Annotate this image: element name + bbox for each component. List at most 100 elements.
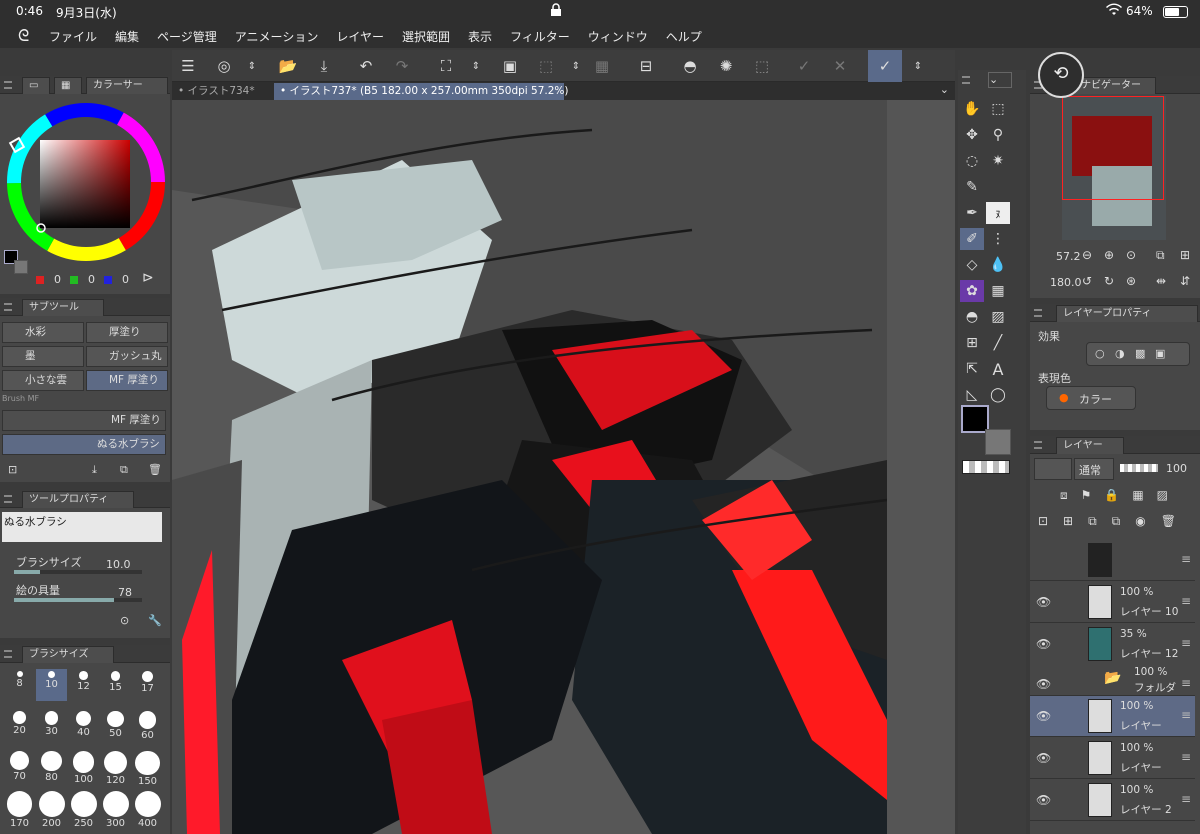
layer-row[interactable]: 👁 100 % レイヤー 10 ≡	[1030, 582, 1195, 623]
border-effect-icon[interactable]: ○	[1095, 347, 1105, 360]
open-folder-icon[interactable]: 📂	[276, 55, 300, 77]
select-all-icon[interactable]: ▣	[498, 55, 522, 77]
brush-size-preset[interactable]: 250	[68, 789, 99, 829]
menu-view[interactable]: 表示	[459, 28, 501, 45]
frame-icon[interactable]: ⊞	[960, 332, 984, 354]
magic-wand-icon[interactable]: ✷	[986, 150, 1010, 172]
undo-icon[interactable]: ↶	[354, 55, 378, 77]
sub-color-swatch[interactable]	[985, 429, 1011, 455]
tab-subtool[interactable]: サブツール	[22, 299, 104, 316]
brush-size-preset[interactable]: 100	[68, 749, 99, 785]
search-icon[interactable]: ⚲	[986, 124, 1010, 146]
tab-illust-734[interactable]: • イラスト734*	[172, 83, 272, 100]
brush-size-preset[interactable]: 60	[132, 709, 163, 741]
tab-color-history[interactable]: ▭	[22, 77, 50, 94]
halftone-icon[interactable]: ▩	[1135, 347, 1145, 360]
line-icon[interactable]: ╱	[986, 332, 1010, 354]
eraser-icon[interactable]: ◇	[960, 254, 984, 276]
zoom-value[interactable]: 57.2	[1056, 250, 1081, 263]
transparent-swatch[interactable]	[962, 460, 1010, 474]
layer-options-row[interactable]: ⧈⚑🔒▦▨	[1060, 488, 1181, 503]
menu-edit[interactable]: 編集	[106, 28, 148, 45]
companion-icon[interactable]: ◎	[212, 55, 236, 77]
blend-mode-select[interactable]: 通常	[1074, 458, 1114, 480]
zoom-out-icon[interactable]: ⊖	[1082, 248, 1092, 262]
rotate-left-icon[interactable]: ↺	[1082, 274, 1092, 288]
layer-actions-row[interactable]: ⊡⊞⧉⧉◉🗑	[1038, 514, 1191, 529]
menu-page[interactable]: ページ管理	[148, 28, 226, 45]
fill-bucket-icon[interactable]: ◓	[960, 306, 984, 328]
layer-menu-icon[interactable]: ≡	[1181, 708, 1191, 722]
subtool-small-cloud[interactable]: 小さな雲	[2, 370, 84, 391]
layer-row[interactable]: 👁 35 % レイヤー 12 ≡	[1030, 624, 1195, 665]
hand-icon[interactable]: ✋	[960, 98, 984, 120]
canvas-area[interactable]	[172, 100, 955, 834]
zoom-in-icon[interactable]: ⊕	[1104, 248, 1114, 262]
subtool-settings-icon[interactable]: ⊡	[8, 463, 17, 476]
cancel-icon[interactable]: ✕	[828, 55, 852, 77]
object-select-icon[interactable]: ⇱	[960, 358, 984, 380]
selection-border-icon[interactable]: ⬚	[750, 55, 774, 77]
duplicate-icon[interactable]: ⧉	[120, 463, 128, 477]
brush-nuru-mizu[interactable]: ぬる水ブラシ	[2, 434, 166, 455]
sub-color-swatch[interactable]	[14, 260, 28, 274]
subtool-thick-paint[interactable]: 厚塗り	[86, 322, 168, 343]
subtool-mf-thick[interactable]: MF 厚塗り	[86, 370, 168, 391]
fit-window-icon[interactable]: ⧉	[1156, 248, 1165, 263]
tone-icon[interactable]: ◑	[1115, 347, 1125, 360]
deselect-icon[interactable]: ⬚	[534, 55, 558, 77]
menu-filter[interactable]: フィルター	[501, 28, 579, 45]
layer-color-toggle[interactable]	[1034, 458, 1072, 480]
flip-vertical-icon[interactable]: ⇵	[1180, 274, 1190, 288]
fill-icon[interactable]: ◓	[678, 55, 702, 77]
tab-tool-property[interactable]: ツールプロパティ	[22, 491, 134, 508]
brush-size-preset[interactable]: 12	[68, 669, 99, 701]
text-stamp-icon[interactable]: ﾇ	[986, 202, 1010, 224]
eye-icon[interactable]: 👁	[1036, 677, 1051, 691]
brush-mf-thick[interactable]: MF 厚塗り	[2, 410, 166, 431]
rotate-right-icon[interactable]: ↻	[1104, 274, 1114, 288]
color-wheel[interactable]	[4, 100, 168, 264]
transform-icon[interactable]: ⛶	[434, 55, 458, 77]
brush-size-preset[interactable]: 50	[100, 709, 131, 741]
opacity-value[interactable]: 100	[1166, 462, 1187, 475]
save-icon[interactable]: ⤓	[312, 55, 336, 77]
updown-icon[interactable]: ⇕	[240, 55, 264, 77]
play-icon[interactable]: ⊳	[142, 270, 154, 286]
actual-size-icon[interactable]: ⊞	[1180, 248, 1190, 262]
subtool-watercolor[interactable]: 水彩	[2, 322, 84, 343]
tab-layer-property[interactable]: レイヤープロパティ	[1056, 305, 1198, 322]
layer-menu-icon[interactable]: ≡	[1181, 636, 1191, 650]
check-tool-icon[interactable]: ✓	[868, 50, 902, 82]
menu-file[interactable]: ファイル	[40, 28, 106, 45]
eye-icon[interactable]: 👁	[1036, 709, 1051, 723]
opacity-slider[interactable]	[1120, 464, 1158, 472]
paint-amount-slider[interactable]	[14, 598, 142, 602]
balloon-icon[interactable]: ◯	[986, 384, 1010, 406]
layer-menu-icon[interactable]: ≡	[1181, 750, 1191, 764]
layer-menu-icon[interactable]: ≡	[1181, 676, 1191, 690]
brush-size-preset[interactable]: 170	[4, 789, 35, 829]
brush-size-preset[interactable]: 40	[68, 709, 99, 741]
brush-size-preset[interactable]: 15	[100, 669, 131, 701]
layer-menu-icon[interactable]: ≡	[1181, 792, 1191, 806]
airbrush-icon[interactable]: ⋮	[986, 228, 1010, 250]
brush-size-preset[interactable]: 70	[4, 749, 35, 782]
eyedropper-icon[interactable]: ✎	[960, 176, 984, 198]
subtool-ink[interactable]: 墨	[2, 346, 84, 367]
brush-size-preset[interactable]: 200	[36, 789, 67, 829]
layer-menu-icon[interactable]: ≡	[1181, 594, 1191, 608]
eye-icon[interactable]: 👁	[1036, 751, 1051, 765]
layer-row[interactable]: ≡	[1030, 540, 1195, 581]
hamburger-menu-icon[interactable]: ☰	[176, 55, 200, 77]
move-icon[interactable]: ✥	[960, 124, 984, 146]
layer-row[interactable]: 👁 100 % レイヤー ≡	[1030, 696, 1195, 737]
updown-icon[interactable]: ⇕	[464, 55, 488, 77]
chevron-down-icon[interactable]: ⌄	[940, 83, 949, 96]
tab-color-circle[interactable]: カラーサー	[86, 77, 168, 94]
layer-row[interactable]: 👁 100 % レイヤー ≡	[1030, 738, 1195, 779]
reset-rotation-icon[interactable]: ⊛	[1126, 274, 1136, 288]
rotation-value[interactable]: 180.0	[1050, 276, 1082, 289]
rotate-canvas-icon[interactable]: ⟲	[1038, 52, 1084, 98]
brush-size-preset[interactable]: 20	[4, 709, 35, 741]
